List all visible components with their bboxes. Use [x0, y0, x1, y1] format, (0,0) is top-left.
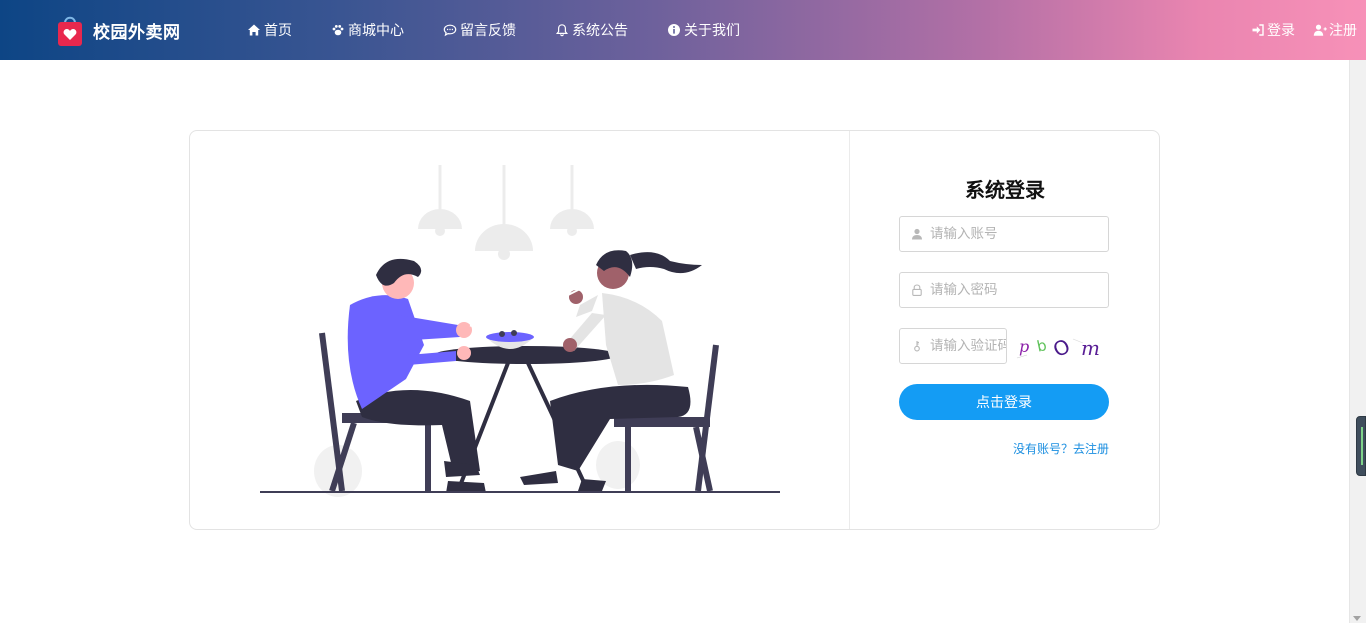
- captcha-field[interactable]: [899, 328, 1007, 364]
- user-icon: [912, 228, 922, 240]
- page-scrollbar[interactable]: [1349, 60, 1366, 623]
- nav-item-label: 首页: [264, 23, 292, 39]
- user-plus-icon: [1313, 24, 1327, 36]
- site-title: 校园外卖网: [93, 22, 181, 43]
- header-login-label: 登录: [1267, 23, 1295, 39]
- header-register-label: 注册: [1329, 23, 1357, 39]
- auth-links: 登录 注册: [1233, 0, 1357, 60]
- nav-item-label: 关于我们: [684, 23, 740, 39]
- header-login-link[interactable]: 登录: [1251, 20, 1295, 40]
- lock-icon: [912, 284, 922, 296]
- login-title: 系统登录: [965, 178, 1045, 202]
- scroll-down-arrow-icon[interactable]: [1353, 616, 1361, 621]
- captcha-image[interactable]: p b O m: [1013, 330, 1103, 362]
- info-icon: [668, 24, 680, 36]
- nav-item-feedback[interactable]: 留言反馈: [443, 20, 516, 40]
- nav-item-notice[interactable]: 系统公告: [555, 20, 628, 40]
- shopping-bag-logo-icon: [58, 16, 82, 46]
- captcha-char: O: [1049, 334, 1074, 362]
- top-navbar: 校园外卖网 首页 商城中心 留言反馈 系统公告 关于我们 登录 注册: [0, 0, 1366, 60]
- password-field[interactable]: [899, 272, 1109, 308]
- captcha-char: p: [1019, 337, 1029, 356]
- header-register-link[interactable]: 注册: [1313, 20, 1357, 40]
- nav-item-label: 系统公告: [572, 23, 628, 39]
- nav-item-label: 留言反馈: [460, 23, 516, 39]
- username-input[interactable]: [930, 226, 1108, 242]
- nav-item-home[interactable]: 首页: [247, 20, 292, 40]
- side-level-widget[interactable]: [1356, 416, 1366, 476]
- paw-icon: [332, 25, 344, 36]
- comment-icon: [443, 24, 457, 37]
- login-button[interactable]: 点击登录: [899, 384, 1109, 420]
- dining-couple-illustration: [260, 165, 780, 497]
- username-field[interactable]: [899, 216, 1109, 252]
- login-card: 系统登录 p b O m 点击登录 没有账号？去注册: [189, 130, 1160, 530]
- nav-item-mall[interactable]: 商城中心: [331, 20, 404, 40]
- nav-item-about[interactable]: 关于我们: [667, 20, 740, 40]
- bell-icon: [555, 24, 569, 37]
- card-divider: [849, 131, 850, 529]
- password-input[interactable]: [930, 282, 1108, 298]
- key-icon: [914, 341, 920, 352]
- captcha-char: b: [1035, 336, 1048, 356]
- home-icon: [248, 24, 260, 36]
- captcha-input[interactable]: [930, 338, 1006, 354]
- sign-in-icon: [1252, 24, 1264, 36]
- register-link[interactable]: 没有账号？去注册: [1013, 440, 1109, 457]
- brand[interactable]: 校园外卖网: [57, 12, 181, 48]
- captcha-char: m: [1081, 336, 1100, 360]
- main-nav: 首页 商城中心 留言反馈 系统公告 关于我们: [247, 0, 779, 60]
- nav-item-label: 商城中心: [348, 23, 404, 39]
